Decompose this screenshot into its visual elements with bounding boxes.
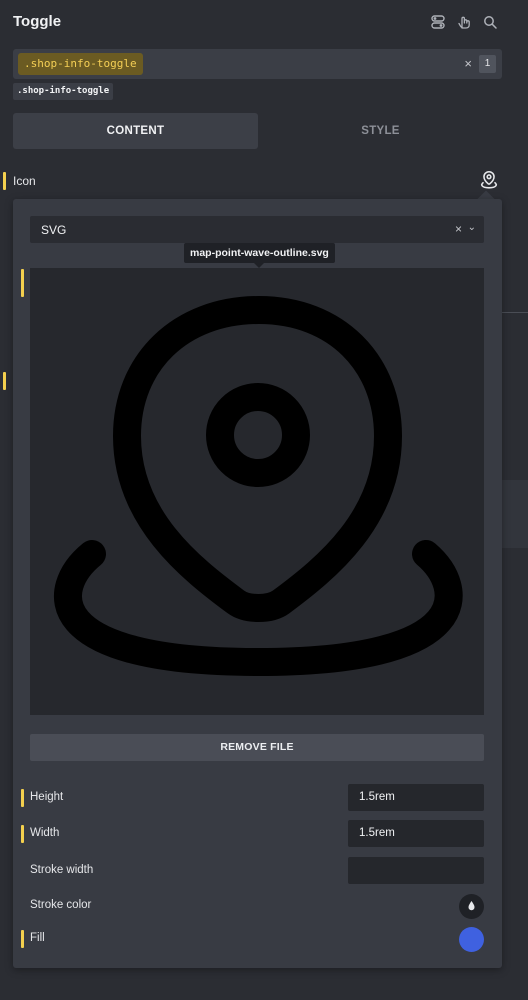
height-modified-indicator [21, 789, 24, 807]
fill-label: Fill [30, 932, 45, 944]
fill-color-picker[interactable] [459, 927, 484, 952]
map-point-wave-outline-preview [53, 296, 463, 677]
selector-count-badge[interactable]: 1 [479, 55, 496, 73]
fill-modified-indicator [21, 930, 24, 948]
background-panel-edge [502, 480, 528, 548]
icon-type-select[interactable]: SVG × ⌄ [30, 216, 484, 243]
width-input[interactable]: 1.5rem [348, 820, 484, 847]
divider [502, 312, 528, 313]
icon-picker-popup: SVG × ⌄ map-point-wave-outline.svg REMOV… [13, 199, 502, 968]
svg-modified-indicator [21, 269, 24, 297]
toggle-icon[interactable] [430, 14, 446, 30]
panel-title: Toggle [13, 13, 62, 30]
filename-tooltip: map-point-wave-outline.svg [184, 243, 335, 268]
icon-type-value: SVG [41, 223, 67, 237]
active-class-tag[interactable]: .shop-info-toggle [18, 53, 143, 75]
background-modified-indicator [3, 372, 6, 390]
height-input[interactable]: 1.5rem [348, 784, 484, 811]
clear-type-icon[interactable]: × [455, 222, 462, 236]
droplet-icon [468, 901, 475, 911]
stroke-color-label: Stroke color [30, 899, 92, 911]
remove-file-button[interactable]: REMOVE FILE [30, 734, 484, 761]
hand-pointer-icon[interactable] [456, 14, 472, 30]
search-icon[interactable] [482, 14, 498, 30]
header-actions [430, 14, 498, 30]
selector-chip: .shop-info-toggle [13, 83, 114, 100]
class-selector-input[interactable]: .shop-info-toggle × 1 [13, 49, 502, 79]
icon-modified-indicator [3, 172, 6, 190]
stroke-width-label: Stroke width [30, 864, 94, 876]
stroke-color-picker[interactable] [459, 894, 484, 919]
width-label: Width [30, 827, 60, 839]
icon-label: Icon [13, 174, 36, 188]
height-label: Height [30, 791, 64, 803]
chevron-down-icon[interactable]: ⌄ [468, 222, 476, 233]
tab-style[interactable]: STYLE [258, 113, 503, 149]
panel-header: Toggle [0, 0, 528, 44]
stroke-width-input[interactable] [348, 857, 484, 884]
width-modified-indicator [21, 825, 24, 843]
clear-selector-icon[interactable]: × [464, 56, 472, 71]
panel-tabs: CONTENT STYLE [13, 113, 502, 149]
map-point-wave-icon[interactable] [478, 169, 500, 191]
svg-preview-canvas[interactable] [30, 268, 484, 715]
tab-content[interactable]: CONTENT [13, 113, 258, 149]
